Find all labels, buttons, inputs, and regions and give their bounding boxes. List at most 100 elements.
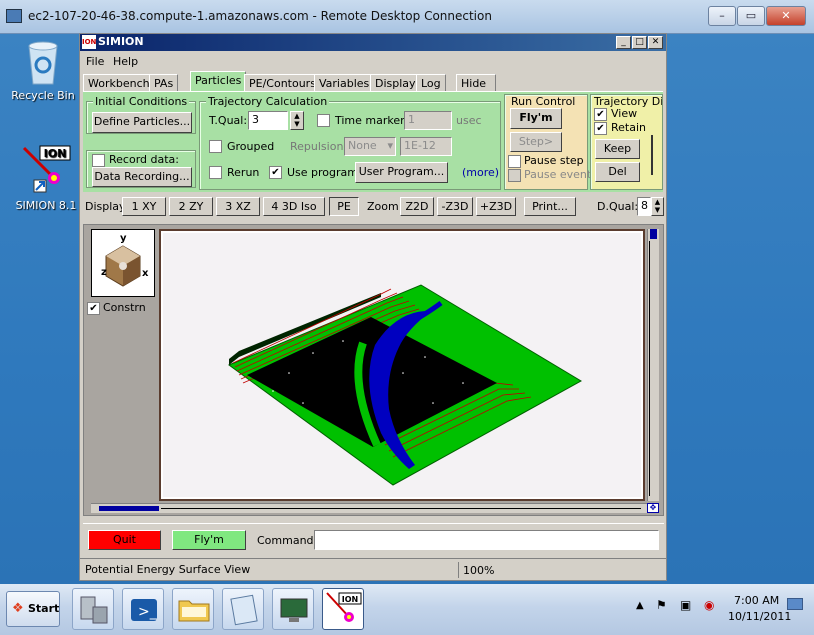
pe-view-toggle[interactable]: PE [329,197,359,216]
recycle-bin-shortcut[interactable]: Recycle Bin [8,38,78,102]
step-button[interactable]: Step> [510,132,562,152]
rerun-checkbox[interactable] [209,166,222,179]
taskbar-notepad[interactable] [222,588,264,630]
pe-surface-canvas[interactable] [159,229,645,501]
repulsion-select[interactable]: None ▾ [344,137,396,156]
move-icon[interactable]: ✥ [647,503,659,513]
user-program-button[interactable]: User Program... [355,162,448,183]
tab-display[interactable]: Display [370,74,421,92]
command-input[interactable] [314,530,659,550]
time-markers-checkbox[interactable] [317,114,330,127]
simion-shortcut[interactable]: ION SIMION 8.1 [11,144,81,212]
time-markers-input[interactable]: 1 [404,111,452,130]
clock-time[interactable]: 7:00 AM [734,594,779,607]
notepad-icon [230,594,258,626]
repulsion-amount-input[interactable]: 1E-12 [400,137,452,156]
flym-button[interactable]: Fly'm [510,108,562,129]
pause-step-checkbox[interactable] [508,155,521,168]
taskbar-remote-app[interactable] [272,588,314,630]
grouped-checkbox[interactable] [209,140,222,153]
horizontal-scroll-thumb[interactable] [99,506,159,511]
close-button[interactable]: ✕ [766,6,806,26]
dqual-spinner[interactable]: ▲ ▼ [651,197,664,216]
record-data-label: Record data: [109,153,179,166]
tab-pe-contours[interactable]: PE/Contours [244,74,321,92]
maximize-button[interactable]: ▭ [737,6,765,26]
simion-close-button[interactable]: ✕ [648,36,663,49]
menu-help[interactable]: Help [113,55,138,68]
clock-date[interactable]: 10/11/2011 [728,610,791,623]
simion-minimize-button[interactable]: _ [616,36,631,49]
tab-particles[interactable]: Particles [190,71,247,92]
simion-logo-icon: ION [82,35,96,49]
data-recording-button[interactable]: Data Recording... [92,167,192,187]
axis-y-label: y [120,233,127,244]
tqual-spinner[interactable]: ▲ ▼ [290,111,304,130]
bottom-flym-button[interactable]: Fly'm [172,530,246,550]
view-3d-iso-button[interactable]: 4 3D Iso [263,197,325,216]
view-area: y z x ✔ Constrn ✥ [83,224,664,516]
start-button[interactable]: ❖ Start [6,591,60,627]
status-zoom: 100% [463,564,495,577]
taskbar-simion[interactable]: ION [322,588,364,630]
horizontal-scroll-track [161,508,641,509]
volume-muted-icon[interactable]: ◉ [704,598,714,612]
remote-desktop-window: ec2-107-20-46-38.compute-1.amazonaws.com… [0,0,814,635]
view-xy-button[interactable]: 1 XY [122,197,166,216]
simion-maximize-button[interactable]: □ [632,36,647,49]
pause-event-checkbox[interactable] [508,169,521,182]
svg-text:ION: ION [44,147,67,160]
tab-log[interactable]: Log [416,74,446,92]
tab-workbench[interactable]: Workbench [83,74,155,92]
dqual-input[interactable]: 8 [637,197,651,216]
view-checkbox[interactable]: ✔ [594,108,607,121]
axis-z-label: z [101,267,107,278]
zoom-plus-z3d-button[interactable]: +Z3D [476,197,516,216]
keep-button[interactable]: Keep [595,139,640,159]
action-center-flag-icon[interactable]: ⚑ [656,598,667,612]
tqual-input[interactable]: 3 [248,111,288,130]
taskbar-powershell[interactable]: >_ [122,588,164,630]
rdp-title-bar: ec2-107-20-46-38.compute-1.amazonaws.com… [0,0,814,34]
tab-pas[interactable]: PAs [149,74,179,92]
run-control-label: Run Control [511,95,576,108]
pause-event-label: Pause event [524,168,592,181]
taskbar-server-manager[interactable] [72,588,114,630]
menu-file[interactable]: File [86,55,104,68]
time-unit-label: usec [456,114,482,127]
view-zy-button[interactable]: 2 ZY [169,197,213,216]
show-hidden-icons-button[interactable]: ▲ [636,600,644,611]
vertical-scrollbar[interactable] [647,229,659,501]
minimize-button[interactable]: – [708,6,736,26]
zoom-minus-z3d-button[interactable]: -Z3D [437,197,473,216]
pe-surface-plot [163,233,641,497]
network-icon[interactable]: ▣ [680,598,691,612]
tqual-label: T.Qual: [209,114,248,127]
initial-conditions-group: Initial Conditions Define Particles... [86,95,196,134]
use-program-checkbox[interactable]: ✔ [269,166,282,179]
status-text: Potential Energy Surface View [85,563,251,576]
print-button[interactable]: Print... [524,197,576,216]
server-manager-icon [80,596,108,624]
define-particles-button[interactable]: Define Particles... [92,112,192,133]
constrain-checkbox[interactable]: ✔ [87,302,100,315]
view-xz-button[interactable]: 3 XZ [216,197,260,216]
zoom-z2d-button[interactable]: Z2D [400,197,434,216]
tab-variables[interactable]: Variables [314,74,375,92]
status-bar: Potential Energy Surface View 100% [80,558,666,580]
more-link[interactable]: (more) [462,166,499,179]
taskbar-explorer[interactable] [172,588,214,630]
simion-window: ION SIMION _ □ ✕ File Help Workbench PAs… [79,33,667,581]
show-desktop-button[interactable] [787,598,803,610]
del-button[interactable]: Del [595,162,640,182]
record-data-checkbox[interactable] [92,154,105,167]
horizontal-scrollbar[interactable] [91,503,647,513]
chevron-down-icon: ▾ [387,139,393,152]
vertical-scroll-thumb[interactable] [650,229,657,239]
monitor-icon [280,598,308,622]
axis-orientation-box[interactable]: y z x [91,229,155,297]
quit-button[interactable]: Quit [88,530,161,550]
run-control-group: Run Control Fly'm Step> Pause step Pause… [504,94,592,190]
tab-hide[interactable]: Hide [456,74,496,92]
retain-checkbox[interactable]: ✔ [594,122,607,135]
